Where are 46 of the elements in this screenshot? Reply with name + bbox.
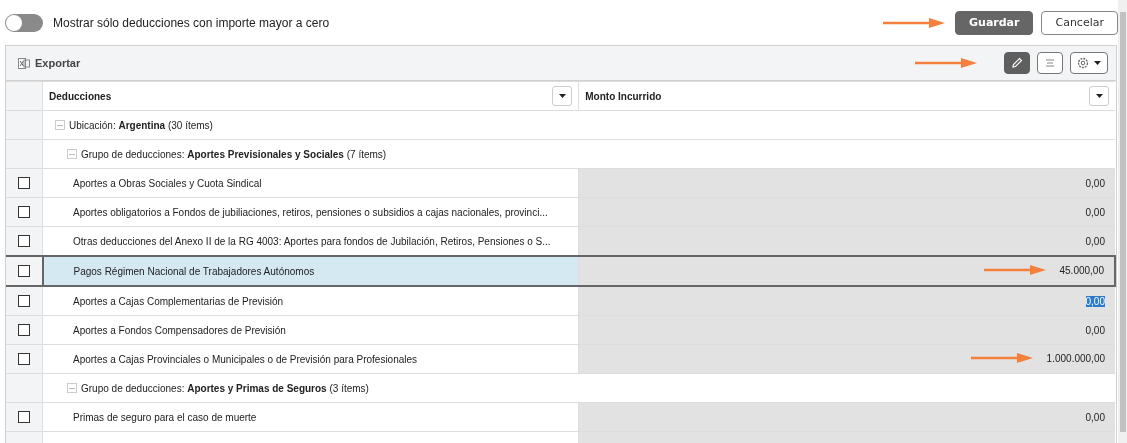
settings-icon xyxy=(1076,56,1090,70)
amount-cell[interactable]: 0,00 xyxy=(1085,411,1105,423)
amount-cell[interactable]: 0,00 xyxy=(1085,177,1105,189)
deduction-cell: Aportes a Cajas Provinciales o Municipales o de Previsión para Profesionales xyxy=(42,344,579,374)
caret-icon xyxy=(1094,92,1104,100)
group-label: Grupo de deducciones: Aportes Previsionales y Sociales (7 ítems) xyxy=(81,148,387,160)
lines-icon xyxy=(1043,56,1057,70)
row-checkbox[interactable] xyxy=(18,177,30,190)
deduction-cell: Pagos Régimen Nacional de Trabajadores Autónomos xyxy=(42,256,579,286)
export-button[interactable]: Exportar xyxy=(18,57,81,69)
row-checkbox[interactable] xyxy=(18,235,30,248)
pencil-icon xyxy=(1010,56,1024,70)
amount-cell[interactable]: 45.000,00 xyxy=(1059,264,1104,276)
save-button[interactable]: Guardar xyxy=(955,10,1034,35)
toggle-label: Mostrar sólo deducciones con importe mayor a cero xyxy=(53,15,330,30)
caret-icon xyxy=(1093,59,1102,67)
row-checkbox[interactable] xyxy=(18,353,30,366)
edit-button[interactable] xyxy=(1004,52,1030,74)
row-checkbox[interactable] xyxy=(18,206,30,219)
column-menu-button[interactable] xyxy=(552,86,573,106)
align-button[interactable] xyxy=(1037,52,1063,74)
column-header: Monto Incurrido xyxy=(585,90,662,102)
cancel-button[interactable]: Cancelar xyxy=(1041,10,1118,35)
amount-cell[interactable]: 1.000.000,00 xyxy=(1046,352,1105,364)
row-checkbox[interactable] xyxy=(18,295,30,308)
settings-button[interactable] xyxy=(1070,52,1108,74)
spreadsheet-icon xyxy=(18,57,30,69)
scrollbar-thumb[interactable] xyxy=(1120,12,1126,432)
amount-cell[interactable]: 0,00 xyxy=(1085,324,1105,336)
amount-cell[interactable]: 0,00 xyxy=(1085,295,1105,307)
deduction-cell: Aportes obligatorios a Fondos de jubiliaciones, retiros, pensiones o subsidios a cajas nacionales, provinci... xyxy=(42,197,579,227)
deduction-cell: Aportes a Fondos Compensadores de Previsión xyxy=(42,315,579,345)
row-checkbox[interactable] xyxy=(18,411,30,424)
toggle-switch[interactable] xyxy=(5,13,43,32)
deduction-cell: Aportes a Cajas Complementarias de Previsión xyxy=(42,286,579,316)
group-label: Ubicación: Argentina (30 ítems) xyxy=(69,119,213,131)
amount-cell[interactable]: 0,00 xyxy=(1085,235,1105,247)
group-label: Grupo de deducciones: Aportes y Primas de Seguros (3 ítems) xyxy=(81,382,369,394)
row-checkbox[interactable] xyxy=(17,265,30,278)
caret-icon xyxy=(557,92,567,100)
amount-cell[interactable]: 0,00 xyxy=(1085,206,1105,218)
column-header: Deducciones xyxy=(49,90,112,102)
row-checkbox[interactable] xyxy=(18,324,30,337)
deduction-cell: Aportes a Obras Sociales y Cuota Sindical xyxy=(42,168,579,198)
deduction-cell: Primas de seguro para el caso de muerte xyxy=(42,402,579,432)
column-menu-button[interactable] xyxy=(1089,86,1109,106)
